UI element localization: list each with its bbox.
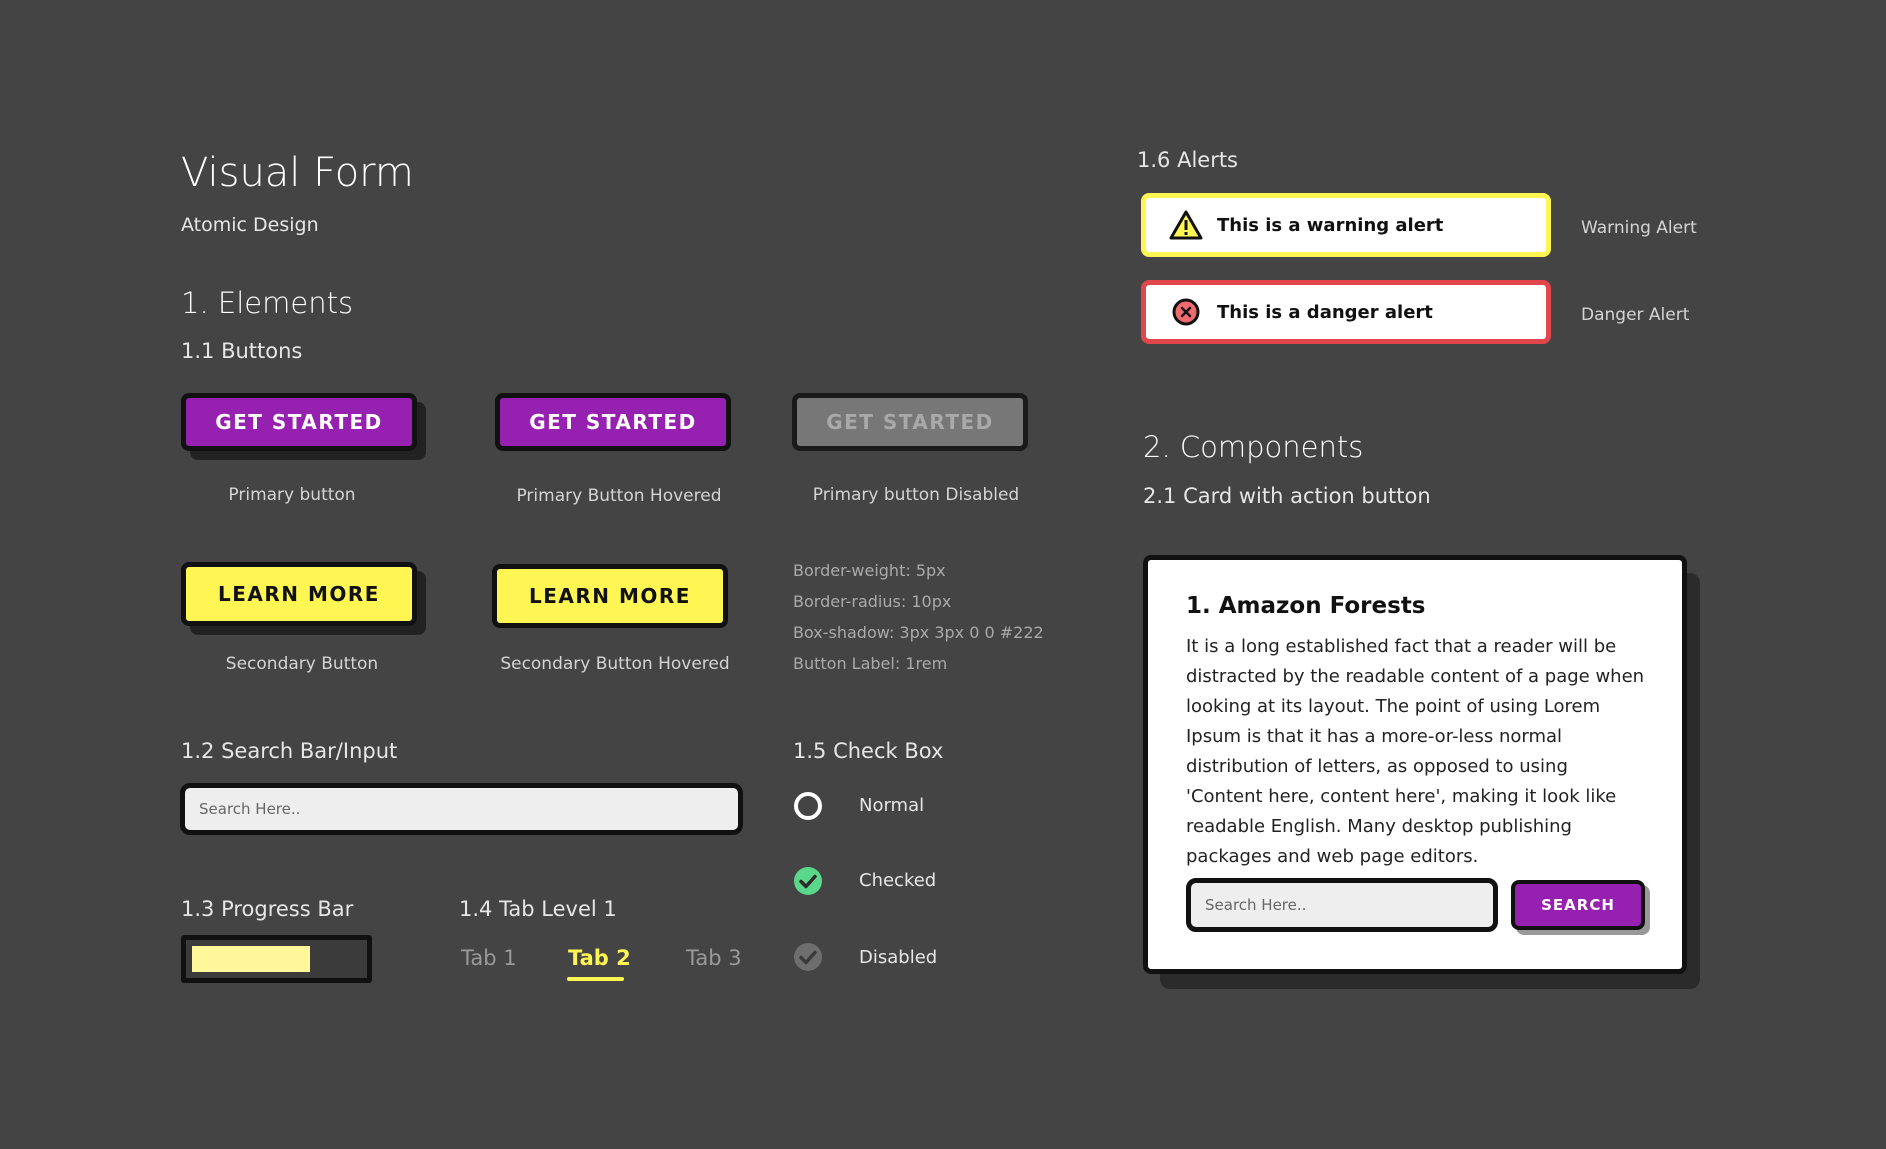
section-elements-heading: 1. Elements: [181, 286, 354, 320]
action-card: 1. Amazon Forests It is a long establish…: [1143, 555, 1687, 974]
checkbox-normal-label: Normal: [859, 795, 925, 816]
section-components-heading: 2. Components: [1143, 430, 1364, 464]
tab-3[interactable]: Tab 3: [686, 946, 742, 970]
check-circle-icon: [794, 867, 822, 895]
secondary-button-caption: Secondary Button: [225, 654, 379, 674]
checkbox-checked[interactable]: [793, 866, 823, 896]
warning-icon: [1169, 208, 1203, 242]
warning-alert: This is a warning alert: [1141, 193, 1551, 257]
learn-more-button-hovered[interactable]: LEARN MORE: [492, 564, 728, 628]
search-input[interactable]: [180, 783, 743, 835]
card-heading: 2.1 Card with action button: [1143, 484, 1431, 508]
spec-border-weight: Border-weight: 5px: [793, 561, 946, 580]
get-started-button-hovered[interactable]: GET STARTED: [495, 393, 731, 451]
card-title: 1. Amazon Forests: [1186, 593, 1426, 619]
page-subtitle: Atomic Design: [181, 214, 319, 236]
checkbox-disabled-label: Disabled: [859, 947, 938, 968]
danger-icon: [1169, 295, 1203, 329]
buttons-heading: 1.1 Buttons: [181, 339, 303, 363]
primary-button-hovered-caption: Primary Button Hovered: [516, 486, 722, 506]
danger-alert-text: This is a danger alert: [1217, 301, 1433, 323]
card-search-input[interactable]: [1186, 878, 1498, 932]
alerts-heading: 1.6 Alerts: [1137, 148, 1239, 172]
circle-icon: [794, 792, 822, 820]
checkbox-heading: 1.5 Check Box: [793, 739, 944, 763]
spec-button-label: Button Label: 1rem: [793, 654, 948, 673]
progress-bar-fill: [192, 946, 310, 972]
warning-alert-text: This is a warning alert: [1217, 214, 1444, 236]
card-body: It is a long established fact that a rea…: [1186, 636, 1645, 867]
checkbox-disabled: [793, 942, 823, 972]
checkbox-checked-label: Checked: [859, 870, 937, 891]
checkbox-normal[interactable]: [793, 791, 823, 821]
tabs-heading: 1.4 Tab Level 1: [459, 897, 617, 921]
button-specs: Border-weight: 5px Border-radius: 10px B…: [793, 555, 1044, 679]
card-search-button[interactable]: SEARCH: [1511, 880, 1645, 930]
progress-heading: 1.3 Progress Bar: [181, 897, 354, 921]
primary-button-disabled-caption: Primary button Disabled: [812, 485, 1020, 505]
danger-alert-caption: Danger Alert: [1581, 305, 1690, 325]
search-heading: 1.2 Search Bar/Input: [181, 739, 398, 763]
tab-2[interactable]: Tab 2: [568, 946, 631, 970]
danger-alert: This is a danger alert: [1141, 280, 1551, 344]
page-title: Visual Form: [181, 150, 414, 196]
primary-button-caption: Primary button: [228, 485, 356, 505]
active-tab-indicator: [567, 977, 624, 981]
spec-border-radius: Border-radius: 10px: [793, 592, 952, 611]
spec-box-shadow: Box-shadow: 3px 3px 0 0 #222: [793, 623, 1044, 642]
get-started-button-disabled: GET STARTED: [792, 393, 1028, 451]
learn-more-button[interactable]: LEARN MORE: [181, 562, 417, 626]
check-circle-disabled-icon: [794, 943, 822, 971]
secondary-button-hovered-caption: Secondary Button Hovered: [500, 654, 730, 674]
tab-1[interactable]: Tab 1: [461, 946, 517, 970]
progress-bar: [181, 935, 372, 983]
warning-alert-caption: Warning Alert: [1581, 218, 1697, 238]
get-started-button[interactable]: GET STARTED: [181, 393, 417, 451]
